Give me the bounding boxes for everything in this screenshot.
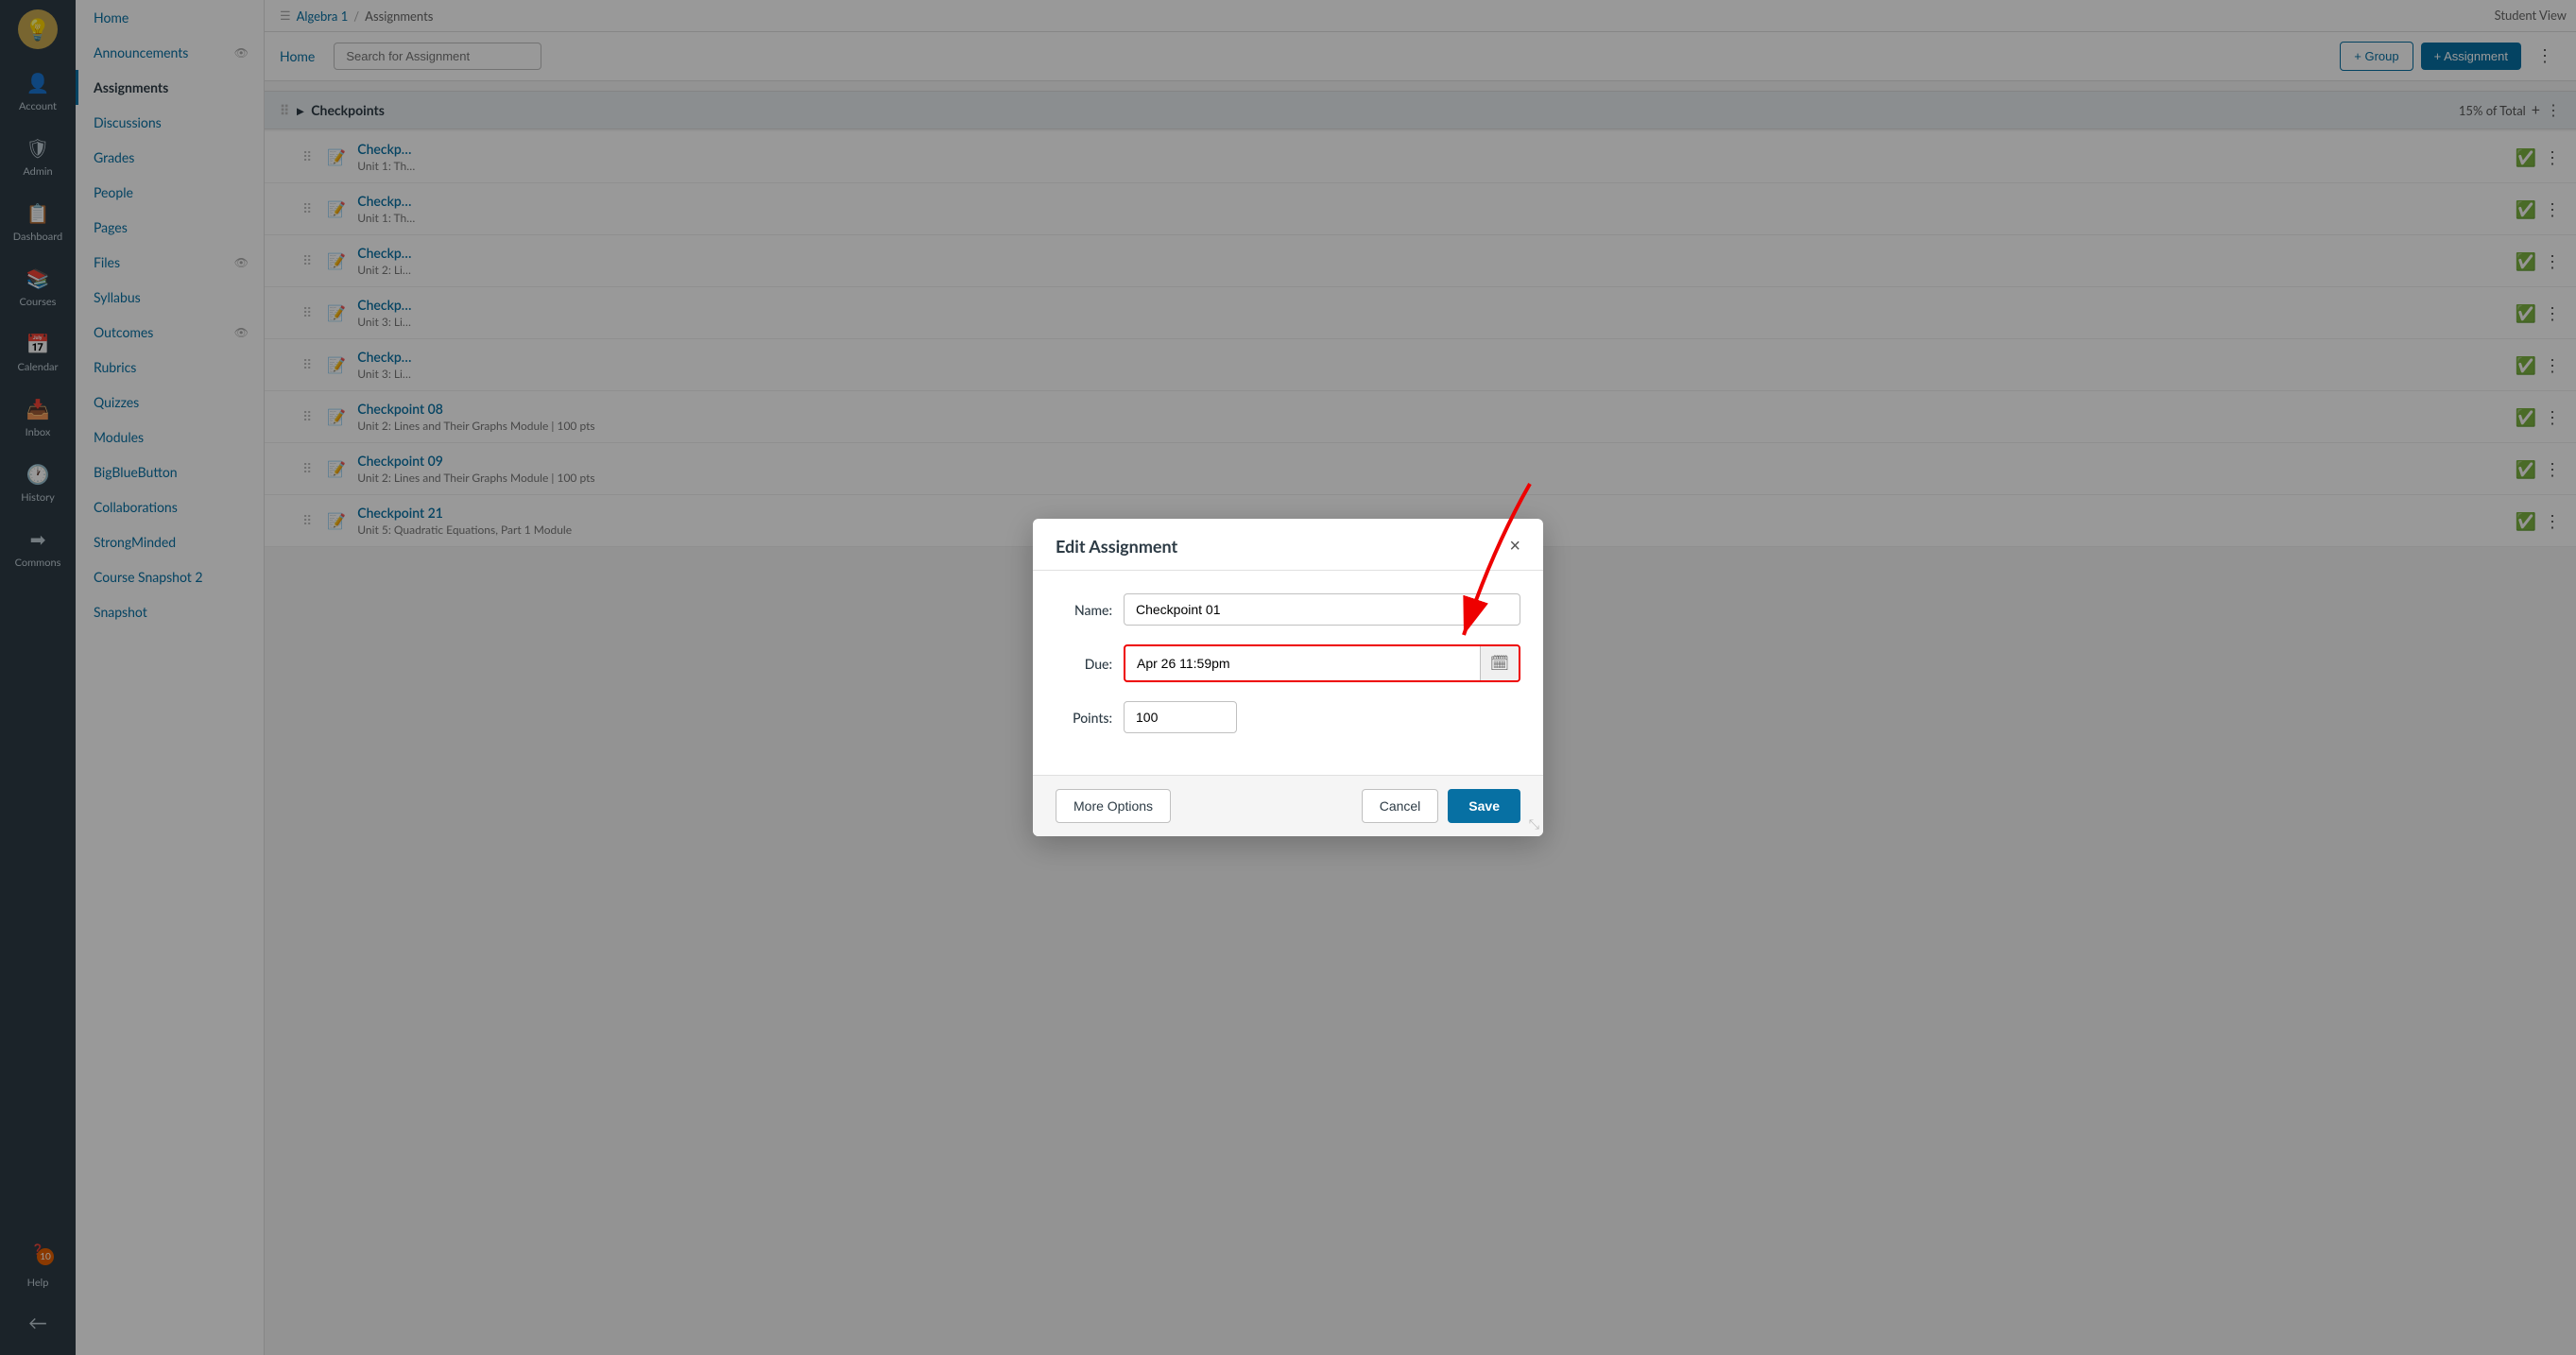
footer-right: Cancel Save (1362, 789, 1520, 823)
due-label: Due: (1056, 656, 1112, 672)
cancel-button[interactable]: Cancel (1362, 789, 1439, 823)
calendar-button[interactable]: 🗓 (1480, 646, 1519, 680)
modal-close-button[interactable]: × (1509, 537, 1520, 556)
save-button[interactable]: Save (1448, 789, 1520, 823)
resize-handle[interactable]: ⤡ (1529, 815, 1539, 832)
due-field-wrap: 🗓 (1124, 644, 1520, 682)
points-form-row: Points: (1056, 701, 1520, 733)
modal-body: Name: Due: 🗓 Points: (1033, 571, 1543, 775)
assignment-name-input[interactable] (1124, 593, 1520, 626)
name-form-row: Name: (1056, 593, 1520, 626)
modal-header: Edit Assignment × (1033, 519, 1543, 571)
more-options-button[interactable]: More Options (1056, 789, 1171, 823)
due-date-input[interactable] (1125, 648, 1480, 678)
due-form-row: Due: 🗓 (1056, 644, 1520, 682)
modal-footer: More Options Cancel Save (1033, 775, 1543, 836)
points-input[interactable] (1124, 701, 1237, 733)
modal-overlay[interactable]: Edit Assignment × Name: Due: 🗓 Points: (0, 0, 2576, 1355)
name-label: Name: (1056, 602, 1112, 618)
modal-title: Edit Assignment (1056, 536, 1177, 557)
points-label: Points: (1056, 710, 1112, 726)
edit-assignment-modal: Edit Assignment × Name: Due: 🗓 Points: (1033, 519, 1543, 836)
